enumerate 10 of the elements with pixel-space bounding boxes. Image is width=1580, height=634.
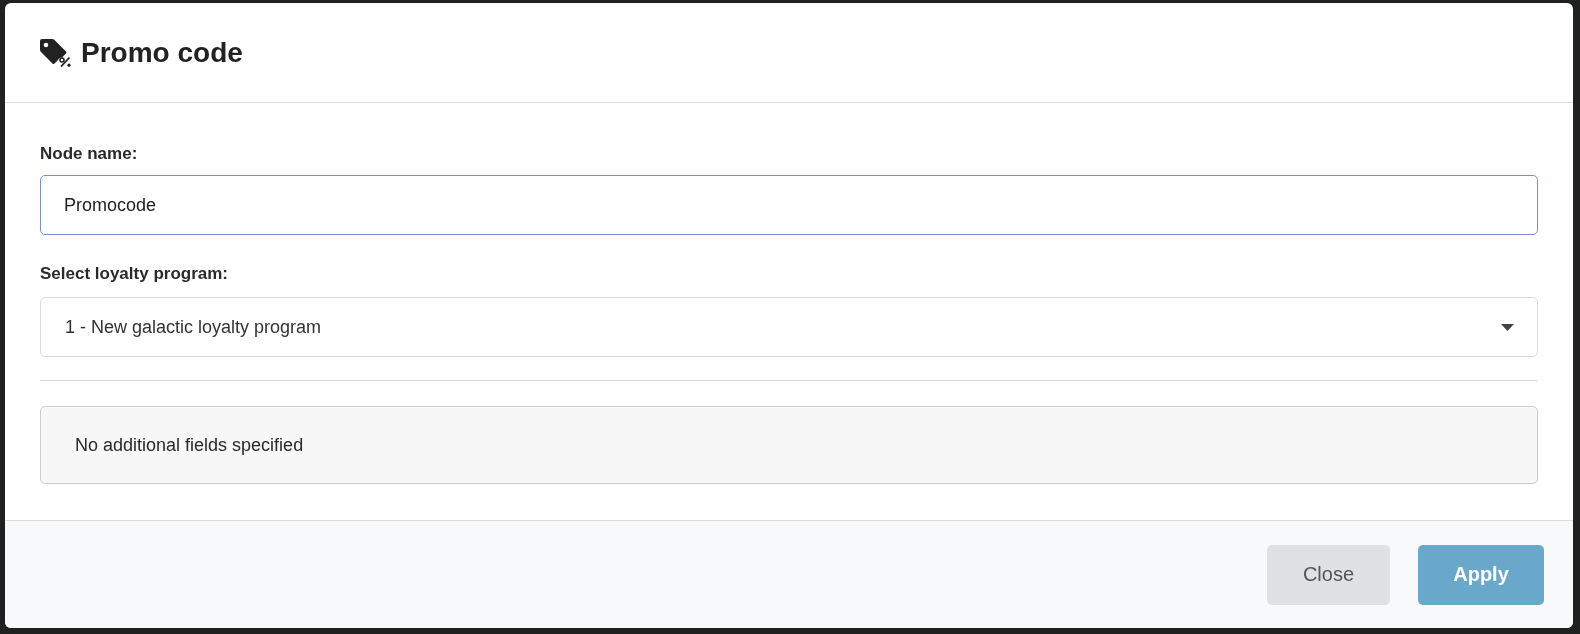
- notice-panel: No additional fields specified: [40, 406, 1538, 484]
- select-dropdown[interactable]: 1 - New galactic loyalty program: [40, 297, 1538, 357]
- dialog-title: Promo code: [81, 35, 243, 70]
- field-label: Select loyalty program:: [40, 263, 228, 285]
- field-label: Node name:: [40, 143, 138, 165]
- selected-option: 1 - New galactic loyalty program: [65, 316, 322, 338]
- close-button[interactable]: Close: [1267, 544, 1390, 605]
- caret-down-icon: [1501, 323, 1514, 331]
- tag-percent-icon: [40, 38, 72, 67]
- text-input[interactable]: Promocode: [40, 175, 1538, 235]
